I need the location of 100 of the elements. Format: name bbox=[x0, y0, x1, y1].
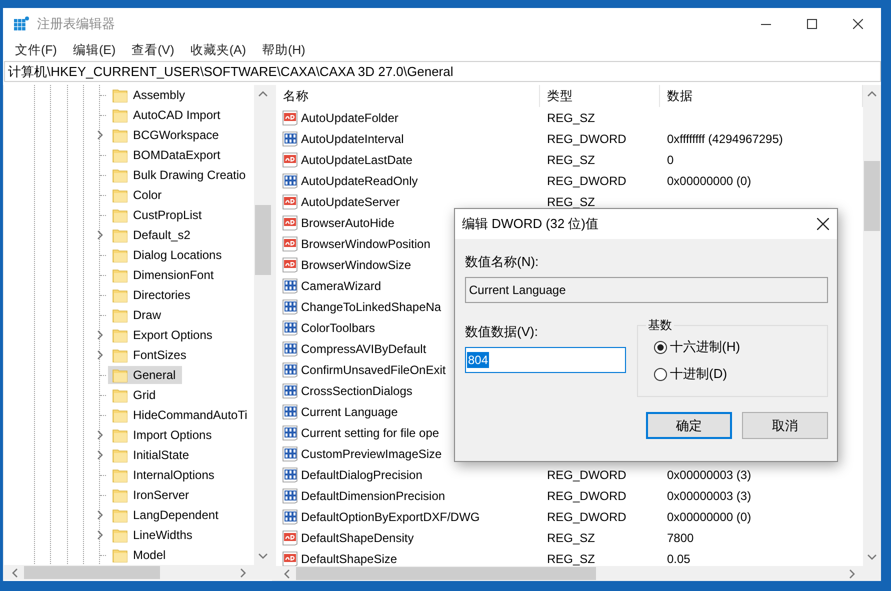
scroll-up-icon[interactable] bbox=[867, 89, 877, 99]
scroll-up-icon[interactable] bbox=[258, 89, 268, 99]
value-name: CameraWizard bbox=[301, 278, 382, 292]
radio-button[interactable] bbox=[654, 340, 667, 354]
folder-icon bbox=[112, 107, 128, 123]
scroll-right-icon[interactable] bbox=[238, 568, 248, 578]
tree-item[interactable]: Grid bbox=[108, 386, 162, 404]
value-name: BrowserWindowSize bbox=[301, 258, 412, 272]
value-name: DefaultDimensionPrecision bbox=[301, 488, 446, 502]
string-value-icon bbox=[282, 152, 298, 168]
menu-item[interactable]: 查看(V) bbox=[124, 42, 182, 59]
tree-item[interactable]: Model bbox=[108, 546, 172, 564]
folder-icon bbox=[112, 287, 128, 303]
maximize-icon[interactable] bbox=[807, 19, 817, 29]
binary-value-icon bbox=[282, 362, 298, 378]
chevron-icon[interactable] bbox=[95, 510, 105, 520]
value-name: AutoUpdateServer bbox=[301, 194, 400, 208]
dialog-button[interactable]: 取消 bbox=[742, 412, 828, 439]
tree-item[interactable]: AutoCAD Import bbox=[108, 106, 226, 124]
tree-item[interactable]: HideCommandAutoTi bbox=[108, 406, 254, 424]
chevron-icon[interactable] bbox=[95, 230, 105, 240]
tree-item[interactable]: Export Options bbox=[108, 326, 218, 344]
dialog-title: 编辑 DWORD (32 位)值 bbox=[462, 215, 598, 233]
tree-item[interactable]: BCGWorkspace bbox=[108, 126, 225, 144]
chevron-icon[interactable] bbox=[95, 130, 105, 140]
folder-icon bbox=[112, 427, 128, 443]
binary-value-icon bbox=[282, 488, 298, 504]
value-type: REG_SZ bbox=[546, 152, 596, 166]
tree-item[interactable]: InternalOptions bbox=[108, 466, 220, 484]
value-type: REG_SZ bbox=[546, 194, 596, 208]
value-data: 0.05 bbox=[666, 552, 692, 566]
tree-item[interactable]: IronServer bbox=[108, 486, 196, 504]
binary-value-icon bbox=[282, 424, 298, 440]
menu-item[interactable]: 收藏夹(A) bbox=[182, 42, 254, 59]
tree-item[interactable]: Dialog Locations bbox=[108, 246, 228, 264]
tree-item[interactable]: InitialState bbox=[108, 446, 196, 464]
binary-value-icon bbox=[282, 298, 298, 314]
value-type: REG_DWORD bbox=[546, 468, 628, 482]
tree-item[interactable]: Bulk Drawing Creatio bbox=[108, 166, 252, 184]
menu-item[interactable]: 帮助(H) bbox=[254, 42, 314, 59]
binary-value-icon bbox=[282, 404, 298, 420]
value-type: REG_DWORD bbox=[546, 510, 628, 524]
chevron-icon[interactable] bbox=[95, 430, 105, 440]
scroll-thumb[interactable] bbox=[296, 567, 596, 580]
dialog-button[interactable]: 确定 bbox=[646, 412, 732, 439]
scroll-thumb[interactable] bbox=[864, 161, 880, 231]
scroll-thumb[interactable] bbox=[255, 205, 271, 275]
tree-item[interactable]: FontSizes bbox=[108, 346, 192, 364]
address-bar[interactable]: 计算机\HKEY_CURRENT_USER\SOFTWARE\CAXA\CAXA 3D 27.0\General bbox=[4, 61, 881, 82]
folder-icon bbox=[112, 247, 128, 263]
tree-item[interactable]: Directories bbox=[108, 286, 196, 304]
radio-button[interactable] bbox=[654, 368, 667, 380]
chevron-icon[interactable] bbox=[95, 450, 105, 460]
tree-item[interactable]: BOMDataExport bbox=[108, 146, 226, 164]
folder-icon bbox=[112, 327, 128, 343]
scroll-left-icon[interactable] bbox=[282, 568, 292, 578]
scroll-thumb[interactable] bbox=[24, 566, 160, 579]
chevron-icon[interactable] bbox=[95, 330, 105, 340]
tree-item[interactable]: Assembly bbox=[108, 86, 192, 104]
value-data: 0x00000003 (3) bbox=[666, 488, 752, 502]
chevron-icon[interactable] bbox=[95, 350, 105, 360]
tree-item[interactable]: CustPropList bbox=[108, 206, 208, 224]
value-name: BrowserWindowPosition bbox=[301, 236, 430, 250]
value-type: REG_DWORD bbox=[546, 488, 628, 502]
value-name: BrowserAutoHide bbox=[301, 216, 394, 230]
value-data: 0x00000000 (0) bbox=[666, 174, 752, 188]
value-data-field[interactable]: 804 bbox=[465, 347, 626, 373]
column-header[interactable]: 类型 bbox=[540, 85, 660, 107]
close-icon[interactable] bbox=[853, 19, 863, 29]
value-data: 0xffffffff (4294967295) bbox=[666, 132, 784, 146]
folder-icon bbox=[112, 147, 128, 163]
folder-icon bbox=[112, 447, 128, 463]
value-name: Current setting for file ope bbox=[301, 426, 440, 440]
tree-item[interactable]: Color bbox=[108, 186, 168, 204]
scrollbar[interactable] bbox=[4, 565, 254, 580]
tree-item[interactable]: LineWidths bbox=[108, 526, 198, 544]
window-title: 注册表编辑器 bbox=[37, 15, 116, 33]
tree-item[interactable]: Import Options bbox=[108, 426, 218, 444]
tree-item[interactable]: Draw bbox=[108, 306, 168, 324]
radio-label[interactable]: 十六进制(H) bbox=[670, 338, 740, 356]
column-header[interactable]: 名称 bbox=[276, 85, 540, 107]
tree-item[interactable]: DimensionFont bbox=[108, 266, 220, 284]
chevron-icon[interactable] bbox=[95, 530, 105, 540]
close-icon[interactable] bbox=[817, 218, 829, 230]
tree-item[interactable]: Default_s2 bbox=[108, 226, 196, 244]
menu-item[interactable]: 文件(F) bbox=[7, 42, 65, 59]
scroll-left-icon[interactable] bbox=[10, 568, 20, 578]
scrollbar[interactable] bbox=[863, 85, 881, 566]
value-data: 0x00000003 (3) bbox=[666, 468, 752, 482]
scroll-right-icon[interactable] bbox=[847, 568, 857, 578]
tree-item[interactable]: General bbox=[108, 366, 182, 384]
folder-icon bbox=[112, 467, 128, 483]
binary-value-icon bbox=[282, 340, 298, 356]
tree-item[interactable]: LangDependent bbox=[108, 506, 224, 524]
string-value-icon bbox=[282, 550, 298, 566]
value-name: AutoUpdateLastDate bbox=[301, 152, 412, 166]
radio-label[interactable]: 十进制(D) bbox=[670, 365, 728, 383]
scroll-down-icon[interactable] bbox=[258, 551, 268, 561]
scroll-down-icon[interactable] bbox=[867, 552, 877, 562]
menu-item[interactable]: 编辑(E) bbox=[64, 42, 124, 59]
